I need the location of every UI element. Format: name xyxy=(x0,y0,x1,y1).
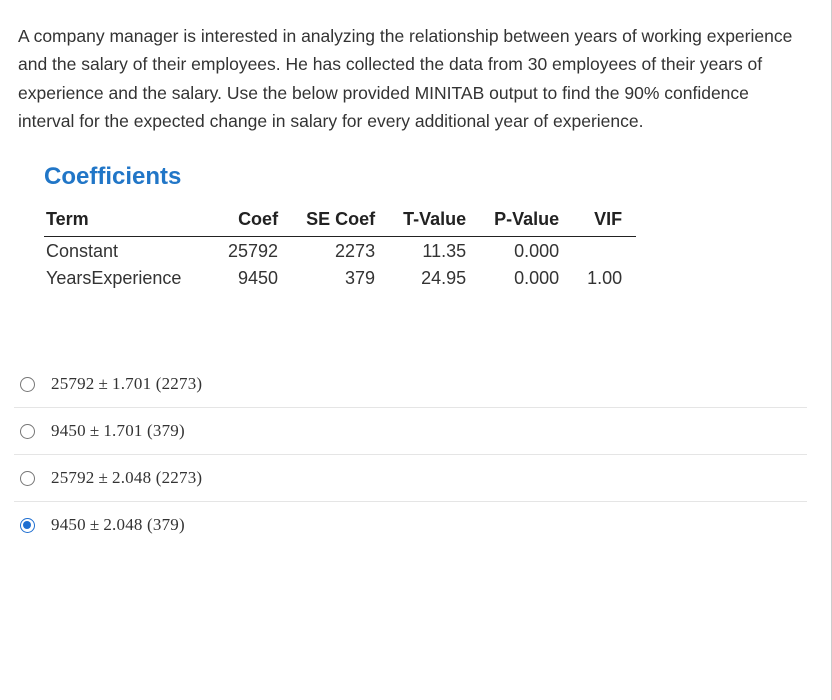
col-se: SE Coef xyxy=(292,205,389,237)
col-term: Term xyxy=(44,205,214,237)
coefficients-table: Term Coef SE Coef T-Value P-Value VIF Co… xyxy=(44,205,636,291)
answer-option-3[interactable]: 25792±2.048 (2273) xyxy=(14,455,807,502)
cell-se: 379 xyxy=(292,264,389,291)
table-row: Constant 25792 2273 11.35 0.000 xyxy=(44,237,636,265)
option-label: 9450±2.048 (379) xyxy=(51,515,185,535)
cell-coef: 9450 xyxy=(214,264,292,291)
answer-option-1[interactable]: 25792±1.701 (2273) xyxy=(14,361,807,408)
col-p: P-Value xyxy=(480,205,573,237)
cell-se: 2273 xyxy=(292,237,389,265)
coefficients-heading: Coefficients xyxy=(44,163,807,191)
table-header-row: Term Coef SE Coef T-Value P-Value VIF xyxy=(44,205,636,237)
question-text: A company manager is interested in analy… xyxy=(18,22,807,135)
answer-options: 25792±1.701 (2273) 9450±1.701 (379) 2579… xyxy=(14,361,807,548)
cell-coef: 25792 xyxy=(214,237,292,265)
cell-p: 0.000 xyxy=(480,237,573,265)
answer-option-4[interactable]: 9450±2.048 (379) xyxy=(14,502,807,548)
radio-icon xyxy=(20,377,35,392)
option-label: 9450±1.701 (379) xyxy=(51,421,185,441)
cell-vif: 1.00 xyxy=(573,264,636,291)
radio-icon xyxy=(20,471,35,486)
cell-t: 24.95 xyxy=(389,264,480,291)
col-coef: Coef xyxy=(214,205,292,237)
col-t: T-Value xyxy=(389,205,480,237)
col-vif: VIF xyxy=(573,205,636,237)
option-label: 25792±2.048 (2273) xyxy=(51,468,202,488)
cell-t: 11.35 xyxy=(389,237,480,265)
question-page: A company manager is interested in analy… xyxy=(0,0,832,700)
radio-icon xyxy=(20,424,35,439)
cell-p: 0.000 xyxy=(480,264,573,291)
radio-icon xyxy=(20,518,35,533)
cell-term: Constant xyxy=(44,237,214,265)
cell-vif xyxy=(573,237,636,265)
option-label: 25792±1.701 (2273) xyxy=(51,374,202,394)
minitab-output: Coefficients Term Coef SE Coef T-Value P… xyxy=(18,163,807,291)
table-row: YearsExperience 9450 379 24.95 0.000 1.0… xyxy=(44,264,636,291)
answer-option-2[interactable]: 9450±1.701 (379) xyxy=(14,408,807,455)
cell-term: YearsExperience xyxy=(44,264,214,291)
